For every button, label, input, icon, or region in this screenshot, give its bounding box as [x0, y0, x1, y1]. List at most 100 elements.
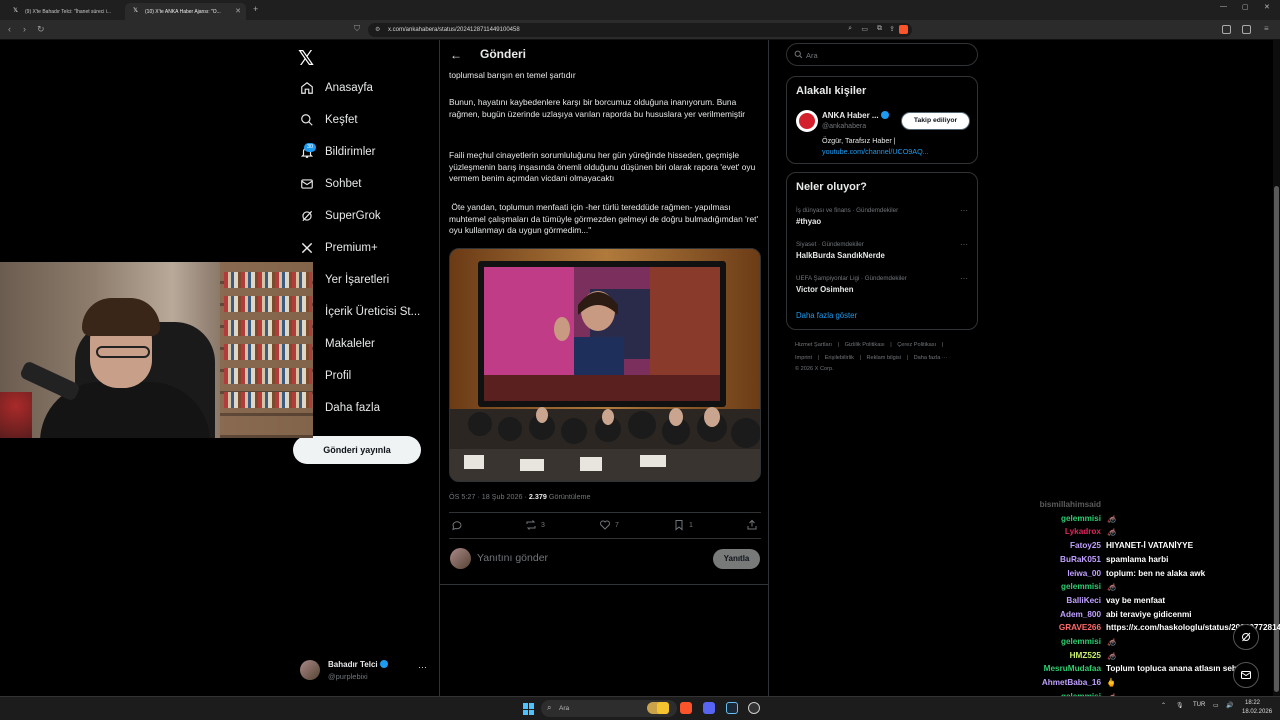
browser-tab-1[interactable]: 𝕏 (9) X'te Bahadır Telci: "İhanet süreci…: [5, 3, 123, 20]
clock-time[interactable]: 18:22: [1245, 700, 1260, 706]
chat-username[interactable]: Lykadrox: [1010, 525, 1106, 539]
trends-card: Neler oluyor? İş dünyası ve finans · Gün…: [786, 172, 978, 330]
trend-item[interactable]: Victor Osimhen: [796, 285, 853, 294]
footer-link[interactable]: Imprint: [795, 355, 812, 361]
related-link[interactable]: youtube.com/channel/UCO9AQ...: [822, 147, 929, 156]
chat-username[interactable]: gelemmisi: [1010, 580, 1106, 594]
discord-icon[interactable]: [703, 702, 715, 714]
language-indicator[interactable]: TUR: [1193, 702, 1205, 708]
repost-count: 3: [541, 521, 545, 529]
chat-username[interactable]: AhmetBaba_16: [1010, 676, 1106, 690]
chat-username[interactable]: BalliKeci: [1010, 594, 1106, 608]
reply-input[interactable]: Yanıtını gönder: [477, 552, 548, 564]
reload-icon[interactable]: ↻: [37, 24, 45, 35]
steam-icon[interactable]: [726, 702, 738, 714]
sidebar-item-explore[interactable]: Keşfet: [300, 108, 358, 132]
share-action[interactable]: [746, 519, 762, 531]
brave-browser-icon[interactable]: [680, 702, 692, 714]
microphone-icon[interactable]: 🎙: [1176, 702, 1184, 709]
url-field[interactable]: ⚙ x.com/ankahabera/status/20241287114491…: [368, 23, 912, 37]
file-explorer-icon[interactable]: [657, 702, 669, 714]
footer-link[interactable]: Daha fazla ···: [914, 355, 948, 361]
forward-icon[interactable]: ›: [23, 24, 26, 34]
zoom-icon[interactable]: ⌕: [848, 25, 852, 33]
sidebar-item-more[interactable]: Daha fazla: [325, 396, 380, 420]
footer-link[interactable]: Reklam bilgisi: [866, 355, 901, 361]
back-arrow-icon[interactable]: ←: [450, 48, 462, 62]
sidebar-item-grok[interactable]: SuperGrok: [300, 204, 381, 228]
sidebar-item-messages[interactable]: Sohbet: [300, 172, 361, 196]
timestamp-text[interactable]: ÖS 5:27 · 18 Şub 2026 ·: [449, 492, 529, 501]
chat-message: bismillahimsaid: [1010, 498, 1275, 512]
chat-username[interactable]: Fatoy25: [1010, 539, 1106, 553]
volume-icon[interactable]: 🔊: [1226, 702, 1233, 709]
trend-item[interactable]: #thyao: [796, 217, 821, 226]
x-logo-icon[interactable]: 𝕏: [298, 46, 314, 71]
show-more-link[interactable]: Daha fazla göster: [796, 311, 857, 320]
sidebar-item-articles[interactable]: Makaleler: [325, 332, 375, 356]
sidebar-item-premium[interactable]: Premium+: [300, 236, 378, 260]
grok-fab[interactable]: [1233, 624, 1259, 650]
chat-username[interactable]: gelemmisi: [1010, 512, 1106, 526]
footer-link[interactable]: Hizmet Şartları: [795, 342, 832, 348]
chat-username[interactable]: gelemmisi: [1010, 635, 1106, 649]
new-tab-button[interactable]: +: [253, 4, 258, 14]
search-input[interactable]: Ara: [786, 43, 978, 66]
sidebar-item-profile[interactable]: Profil: [325, 364, 351, 388]
close-tab-icon[interactable]: ✕: [235, 7, 241, 15]
reply-button[interactable]: Yanıtla: [713, 549, 760, 569]
site-settings-icon[interactable]: ⚙: [375, 26, 380, 33]
network-icon[interactable]: ▭: [1213, 702, 1219, 709]
avatar[interactable]: [796, 110, 818, 132]
reply-action[interactable]: [451, 519, 467, 531]
install-icon[interactable]: ⧉: [877, 25, 882, 33]
books-row: [224, 296, 312, 312]
chat-username[interactable]: leiwa_00: [1010, 567, 1106, 581]
trend-more-icon[interactable]: ···: [960, 274, 968, 283]
obs-icon[interactable]: [748, 702, 760, 714]
account-more-icon[interactable]: ···: [418, 662, 427, 672]
windows-start-icon[interactable]: [523, 703, 535, 715]
maximize-icon[interactable]: ▢: [1242, 3, 1249, 11]
search-icon: ⌕: [547, 703, 552, 712]
sidebar-toggle-icon[interactable]: [1222, 25, 1231, 34]
trend-item[interactable]: HalkBurda SandıkNerde: [796, 251, 885, 260]
trend-more-icon[interactable]: ···: [960, 240, 968, 249]
sidebar-item-bookmarks[interactable]: Yer İşaretleri: [325, 268, 389, 292]
wallet-icon[interactable]: [1242, 25, 1251, 34]
follow-button[interactable]: Takip ediliyor: [901, 112, 970, 130]
post-image[interactable]: [449, 248, 761, 482]
share-icon[interactable]: ⇪: [889, 25, 895, 33]
repost-action[interactable]: 3: [525, 519, 545, 531]
chat-username[interactable]: Adem_800: [1010, 608, 1106, 622]
glasses: [96, 346, 150, 358]
sidebar-item-home[interactable]: Anasayfa: [300, 76, 373, 100]
sidebar-item-label: Daha fazla: [325, 402, 380, 414]
clock-date[interactable]: 18.02.2026: [1242, 709, 1272, 715]
trend-more-icon[interactable]: ···: [960, 206, 968, 215]
footer-link[interactable]: Çerez Politikası: [897, 342, 936, 348]
chat-username[interactable]: BuRaK051: [1010, 553, 1106, 567]
account-switcher[interactable]: Bahadır Telci @purplebixi ···: [300, 658, 435, 686]
footer-link[interactable]: Gizlilik Politikası: [845, 342, 885, 348]
browser-tab-2[interactable]: 𝕏 (10) X'te ANKA Haber Ajansı: "O... ✕: [125, 3, 246, 20]
screen-icon[interactable]: ▭: [861, 25, 868, 33]
bookmark-action[interactable]: 1: [673, 519, 693, 531]
chat-username[interactable]: HMZ525: [1010, 649, 1106, 663]
sidebar-item-creator-studio[interactable]: İçerik Üreticisi St...: [325, 300, 420, 324]
messages-fab[interactable]: [1233, 662, 1259, 688]
bookmark-icon[interactable]: ⛉: [354, 24, 360, 34]
minimize-icon[interactable]: —: [1220, 3, 1227, 10]
post-button[interactable]: Gönderi yayınla: [293, 436, 421, 464]
like-action[interactable]: 7: [599, 519, 619, 531]
menu-icon[interactable]: ≡: [1264, 24, 1269, 33]
chat-username[interactable]: GRAVE266: [1010, 621, 1106, 635]
close-window-icon[interactable]: ✕: [1264, 3, 1270, 11]
back-icon[interactable]: ‹: [8, 24, 11, 34]
footer-link[interactable]: Erişilebilirlik: [825, 355, 854, 361]
brave-shield-icon[interactable]: [899, 25, 908, 34]
chat-username[interactable]: bismillahimsaid: [1010, 498, 1106, 512]
tray-chevron-icon[interactable]: ⌃: [1161, 702, 1166, 709]
related-name[interactable]: ANKA Haber ...: [822, 111, 889, 120]
chat-username[interactable]: MesruMudafaa: [1010, 662, 1106, 676]
